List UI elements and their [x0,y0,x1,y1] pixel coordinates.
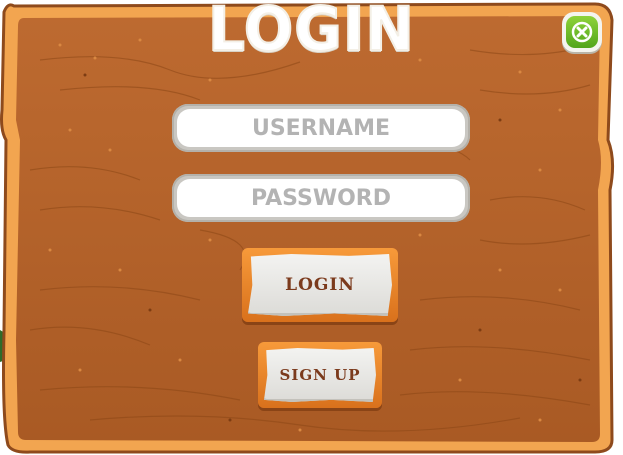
signup-button-face[interactable]: SIGN UP [264,348,376,402]
username-field[interactable] [172,104,470,152]
login-button-label: LOGIN [285,275,355,295]
close-button[interactable] [562,12,602,52]
signup-button-label: SIGN UP [279,366,361,384]
close-icon [571,21,593,43]
username-input[interactable] [177,109,465,147]
password-field[interactable] [172,174,470,222]
dialog-title: LOGIN [207,0,415,66]
username-field-inner[interactable] [177,109,465,147]
password-field-inner[interactable] [177,179,465,217]
password-input[interactable] [177,179,465,217]
login-button[interactable]: LOGIN [242,248,398,322]
login-dialog: LOGIN LOGIN SIGN UP [0,0,623,455]
signup-button[interactable]: SIGN UP [258,342,382,408]
login-button-face[interactable]: LOGIN [248,254,392,316]
close-button-face[interactable] [566,16,598,48]
